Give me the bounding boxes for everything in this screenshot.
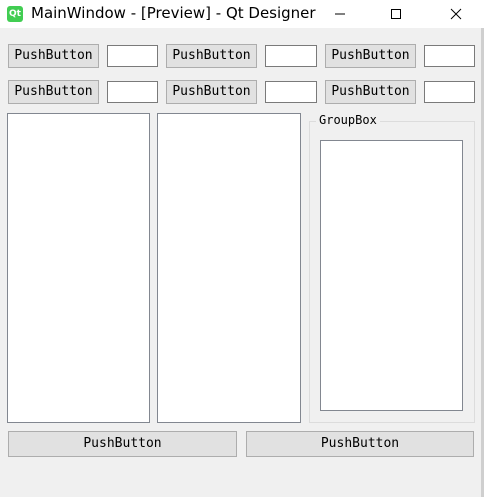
bottom-push-button-right[interactable]: PushButton — [246, 431, 474, 457]
row1-line-edit-3[interactable] — [424, 45, 475, 67]
row2-line-edit-1[interactable] — [107, 81, 158, 103]
close-icon — [450, 8, 462, 20]
window-title: MainWindow - [Preview] - Qt Designer — [31, 4, 316, 22]
central-widget: PushButton PushButton PushButton PushBut… — [0, 28, 484, 497]
row2-push-button-3[interactable]: PushButton — [325, 80, 416, 104]
maximize-icon — [391, 9, 401, 19]
row1-line-edit-1[interactable] — [107, 45, 158, 67]
group-box-title: GroupBox — [316, 113, 380, 127]
row2-push-button-1[interactable]: PushButton — [8, 80, 99, 104]
row2-push-button-2[interactable]: PushButton — [166, 80, 257, 104]
bottom-push-button-left[interactable]: PushButton — [8, 431, 237, 457]
row1-push-button-3[interactable]: PushButton — [325, 44, 416, 68]
qt-app-icon: Qt — [7, 6, 23, 22]
list-view-left[interactable] — [7, 113, 150, 423]
group-box-list-view[interactable] — [320, 140, 463, 411]
row2-line-edit-3[interactable] — [424, 81, 475, 103]
list-view-middle[interactable] — [157, 113, 301, 423]
row1-push-button-2[interactable]: PushButton — [166, 44, 257, 68]
close-button[interactable] — [433, 0, 479, 28]
maximize-button[interactable] — [373, 0, 419, 28]
title-bar[interactable]: Qt MainWindow - [Preview] - Qt Designer — [0, 0, 484, 28]
row2-line-edit-2[interactable] — [265, 81, 317, 103]
row1-line-edit-2[interactable] — [265, 45, 317, 67]
row1-push-button-1[interactable]: PushButton — [8, 44, 99, 68]
minimize-button[interactable] — [317, 0, 363, 28]
minimize-icon — [335, 13, 345, 15]
